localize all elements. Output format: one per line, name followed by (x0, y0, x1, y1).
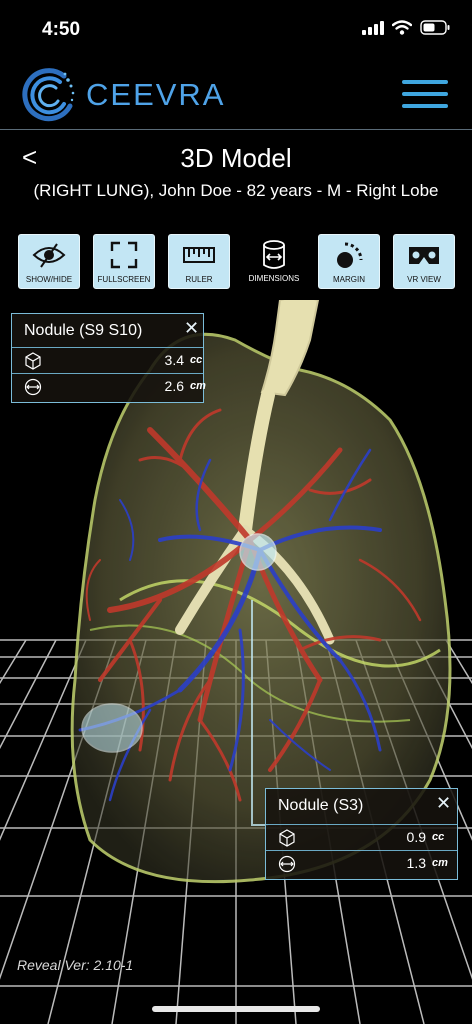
volume-cube-icon (25, 352, 41, 370)
margin-button[interactable]: MARGIN (318, 234, 380, 289)
status-time: 4:50 (42, 19, 81, 40)
vr-view-label: VR VIEW (407, 275, 441, 284)
app-header: CEEVRA (0, 58, 472, 130)
volume-unit: cc (432, 831, 445, 843)
wifi-icon (392, 20, 412, 35)
ruler-button[interactable]: RULER (168, 234, 230, 289)
nodule-card-s3: Nodule (S3) ✕ 0.9 cc 1.3 cm (265, 788, 458, 880)
hamburger-menu-icon[interactable] (402, 76, 450, 112)
eye-slash-icon (32, 243, 66, 268)
diameter-unit: cm (190, 380, 206, 392)
nodule-marker-s9-s10 (81, 703, 143, 753)
nodule-marker-s3 (239, 533, 277, 571)
close-icon[interactable]: ✕ (436, 793, 451, 814)
version-label: Reveal Ver: 2.10-1 (17, 957, 134, 973)
diameter-icon (278, 855, 296, 873)
vr-view-button[interactable]: VR VIEW (393, 234, 455, 289)
volume-unit: cc (190, 354, 203, 366)
diameter-icon (24, 378, 42, 396)
margin-label: MARGIN (333, 275, 365, 284)
fullscreen-label: FULLSCREEN (97, 275, 151, 284)
fullscreen-button[interactable]: FULLSCREEN (93, 234, 155, 289)
diameter-value: 1.3 (406, 855, 426, 871)
battery-icon (420, 20, 450, 35)
vr-headset-icon (409, 247, 439, 264)
dimensions-button[interactable]: DIMENSIONS (243, 234, 305, 289)
dimensions-label: DIMENSIONS (248, 274, 300, 283)
ruler-icon (183, 247, 215, 263)
volume-value: 3.4 (164, 352, 184, 368)
volume-cube-icon (279, 829, 295, 847)
status-icons (362, 20, 450, 35)
volume-row: 0.9 cc (266, 824, 457, 850)
diameter-value: 2.6 (164, 378, 184, 394)
close-icon[interactable]: ✕ (184, 318, 199, 339)
volume-value: 0.9 (406, 829, 426, 845)
dimensions-cylinder-icon (263, 240, 285, 269)
home-indicator[interactable] (152, 1006, 320, 1012)
diameter-unit: cm (432, 857, 448, 869)
lung-3d-model (0, 300, 472, 1024)
nodule-title: Nodule (S9 S10) (24, 322, 143, 339)
diameter-row: 1.3 cm (266, 850, 457, 876)
volume-row: 3.4 cc (12, 347, 203, 373)
show-hide-label: SHOW/HIDE (25, 275, 73, 284)
page-title: 3D Model (180, 143, 292, 173)
status-bar: 4:50 (0, 0, 472, 58)
nodule-title: Nodule (S3) (278, 797, 364, 814)
brand-name: CEEVRA (86, 77, 226, 112)
patient-info: (RIGHT LUNG), John Doe - 82 years - M - … (33, 181, 439, 200)
nodule-card-s9-s10: Nodule (S9 S10) ✕ 3.4 cc 2.6 cm (11, 313, 206, 403)
ruler-label: RULER (185, 275, 213, 284)
ceevra-logo-icon (22, 68, 75, 122)
toolbar: SHOW/HIDE FULLSCREEN RULER DIMENSIONS MA… (18, 234, 456, 290)
lung-3d-viewport[interactable] (0, 300, 472, 1024)
signal-icon (362, 20, 384, 35)
fullscreen-icon (110, 241, 138, 269)
margin-icon (337, 242, 363, 268)
show-hide-button[interactable]: SHOW/HIDE (18, 234, 80, 289)
diameter-row: 2.6 cm (12, 373, 206, 399)
